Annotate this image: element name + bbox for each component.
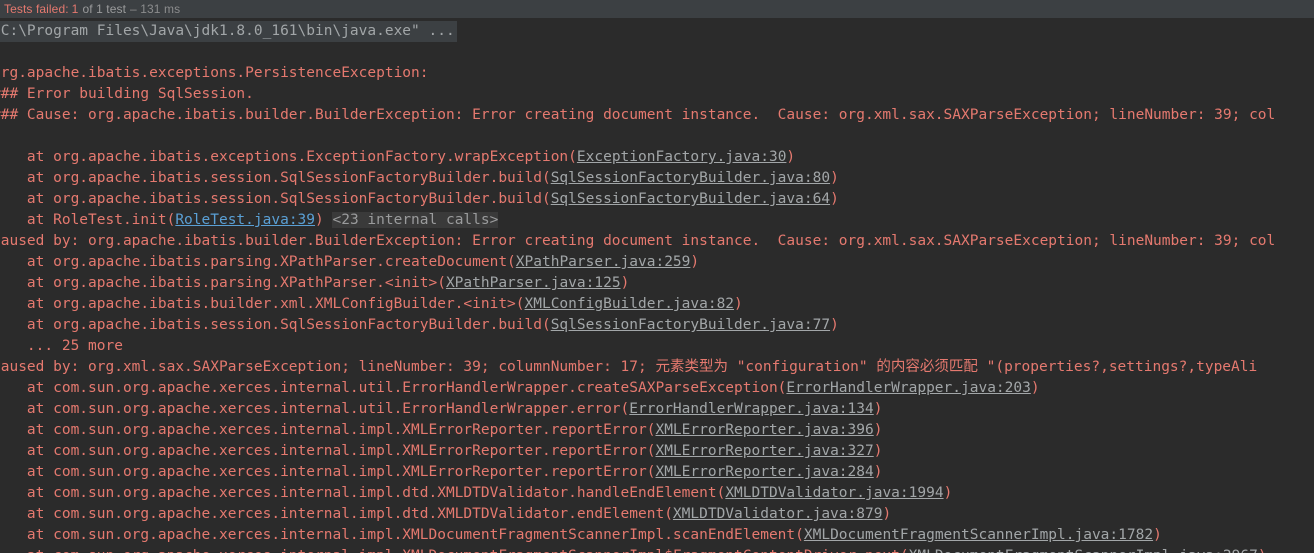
stack-frame-line: at com.sun.org.apache.xerces.internal.im… [0,462,1314,483]
internal-calls-badge[interactable]: <23 internal calls> [332,212,499,228]
cjk-text-run: 元素类型为 [655,359,728,375]
stack-frame-suffix: ) [830,191,839,207]
message-text-run: ... 25 more [0,338,123,354]
console-message-line: ### Error building SqlSession. [0,84,1314,105]
stack-frame-text: at RoleTest.init( [0,212,176,228]
stack-frame-text: at com.sun.org.apache.xerces.internal.ut… [0,380,787,396]
source-file-link[interactable]: SqlSessionFactoryBuilder.java:80 [551,170,830,186]
stack-frame-text: at org.apache.ibatis.exceptions.Exceptio… [0,149,577,165]
stack-frame-line: at com.sun.org.apache.xerces.internal.im… [0,441,1314,462]
console-message-line: org.apache.ibatis.exceptions.Persistence… [0,63,1314,84]
stack-frame-text: at com.sun.org.apache.xerces.internal.im… [0,506,673,522]
source-file-link[interactable]: XMLDocumentFragmentScannerImpl.java:2967 [909,548,1258,553]
stack-frame-text: at org.apache.ibatis.parsing.XPathParser… [0,254,516,270]
stack-frame-text: at org.apache.ibatis.session.SqlSessionF… [0,191,551,207]
stack-frame-text: at com.sun.org.apache.xerces.internal.im… [0,422,656,438]
stack-frame-text: at com.sun.org.apache.xerces.internal.im… [0,443,656,459]
stack-frame-suffix: ) [1030,380,1040,396]
stack-frame-suffix: ) [690,254,700,270]
tests-failed-label: Tests failed: [4,2,69,16]
stack-frame-line: at com.sun.org.apache.xerces.internal.im… [0,420,1314,441]
stack-frame-line: at com.sun.org.apache.xerces.internal.im… [0,525,1314,546]
source-file-link[interactable]: XPathParser.java:259 [516,254,691,270]
console-message-line: ... 25 more [0,336,1314,357]
source-file-link[interactable]: XMLErrorReporter.java:327 [655,443,873,459]
stack-frame-suffix: ) [1258,548,1267,553]
stack-frame-suffix: ) [873,422,883,438]
stack-frame-text: at org.apache.ibatis.parsing.XPathParser… [0,275,446,291]
source-file-link[interactable]: ErrorHandlerWrapper.java:134 [629,401,873,417]
stack-frame-suffix: ) [830,170,839,186]
message-text-run: org.apache.ibatis.exceptions.Persistence… [0,65,429,81]
source-file-link[interactable]: ExceptionFactory.java:30 [577,149,787,165]
stack-frame-text: at com.sun.org.apache.xerces.internal.im… [0,548,909,553]
source-file-link[interactable]: ErrorHandlerWrapper.java:203 [786,380,1030,396]
source-file-link[interactable]: XMLDTDValidator.java:1994 [725,485,943,501]
stack-frame-suffix: ) [873,401,883,417]
stack-frame-suffix: ) [1153,527,1162,543]
source-file-link[interactable]: XMLConfigBuilder.java:82 [525,296,735,312]
console-message-line: Caused by: org.apache.ibatis.builder.Bui… [0,231,1314,252]
test-status-bar: Tests failed: 1 of 1 test – 131 ms [0,0,1314,18]
tests-duration-label: – 131 ms [130,2,181,16]
stack-frame-text: at org.apache.ibatis.session.SqlSessionF… [0,317,551,333]
source-file-link[interactable]: XMLErrorReporter.java:284 [655,464,873,480]
cjk-text-run: 的内容必须匹配 [876,359,978,375]
stack-frame-suffix: ) [882,506,892,522]
stack-frame-line: at com.sun.org.apache.xerces.internal.ut… [0,399,1314,420]
source-file-link[interactable]: SqlSessionFactoryBuilder.java:77 [551,317,830,333]
stack-frame-line: at com.sun.org.apache.xerces.internal.im… [0,483,1314,504]
console-message-line: Caused by: org.xml.sax.SAXParseException… [0,357,1314,378]
source-file-link[interactable]: XPathParser.java:125 [446,275,621,291]
stack-frame-text: at org.apache.ibatis.session.SqlSessionF… [0,170,551,186]
message-text-run: Caused by: org.apache.ibatis.builder.Bui… [0,233,1276,249]
stack-frame-line: at org.apache.ibatis.parsing.XPathParser… [0,252,1314,273]
command-line-row: 'C:\Program Files\Java\jdk1.8.0_161\bin\… [0,21,1314,42]
message-text-run: "(properties?,settings?,typeAli [977,359,1258,375]
stack-frame-suffix: ) [734,296,743,312]
stack-frame-line: at com.sun.org.apache.xerces.internal.im… [0,546,1314,553]
message-text-run: Caused by: org.xml.sax.SAXParseException… [0,359,656,375]
source-file-link[interactable]: XMLDocumentFragmentScannerImpl.java:1782 [804,527,1153,543]
source-file-link[interactable]: RoleTest.java:39 [175,212,315,228]
stack-trace-lines: org.apache.ibatis.exceptions.Persistence… [0,42,1314,553]
tests-total-label: of 1 test [82,2,127,16]
stack-frame-line: at org.apache.ibatis.parsing.XPathParser… [0,273,1314,294]
stack-frame-text: at com.sun.org.apache.xerces.internal.ut… [0,401,630,417]
java-command-line: 'C:\Program Files\Java\jdk1.8.0_161\bin\… [0,21,457,42]
console-message-line: ### Cause: org.apache.ibatis.builder.Bui… [0,105,1314,126]
stack-frame-suffix: ) [943,485,953,501]
stack-frame-text: at com.sun.org.apache.xerces.internal.im… [0,527,804,543]
stack-frame-text: at com.sun.org.apache.xerces.internal.im… [0,485,726,501]
source-file-link[interactable]: XMLErrorReporter.java:396 [655,422,873,438]
console-scroll-content: 'C:\Program Files\Java\jdk1.8.0_161\bin\… [0,21,1314,553]
stack-frame-suffix: ) [786,149,796,165]
message-text-run: "configuration" [727,359,877,375]
tests-failed-count: 1 [71,2,79,16]
source-file-link[interactable]: XMLDTDValidator.java:879 [673,506,883,522]
stack-frame-line: at RoleTest.init(RoleTest.java:39) <23 i… [0,210,1314,231]
console-output-panel[interactable]: 'C:\Program Files\Java\jdk1.8.0_161\bin\… [0,18,1314,553]
stack-frame-suffix: ) [873,464,883,480]
source-file-link[interactable]: SqlSessionFactoryBuilder.java:64 [551,191,830,207]
stack-frame-text: at org.apache.ibatis.builder.xml.XMLConf… [0,296,525,312]
stack-frame-line: at com.sun.org.apache.xerces.internal.ut… [0,378,1314,399]
stack-frame-suffix: ) [620,275,630,291]
message-text-run: ### Error building SqlSession. [0,86,254,102]
stack-frame-suffix: ) [315,212,324,228]
stack-frame-suffix: ) [830,317,839,333]
stack-frame-text: at com.sun.org.apache.xerces.internal.im… [0,464,656,480]
stack-frame-line: at org.apache.ibatis.session.SqlSessionF… [0,168,1314,189]
stack-frame-line: at com.sun.org.apache.xerces.internal.im… [0,504,1314,525]
stack-frame-line: at org.apache.ibatis.exceptions.Exceptio… [0,147,1314,168]
stack-frame-suffix: ) [873,443,883,459]
message-text-run: ### Cause: org.apache.ibatis.builder.Bui… [0,107,1276,123]
stack-frame-line: at org.apache.ibatis.session.SqlSessionF… [0,315,1314,336]
stack-frame-line: at org.apache.ibatis.session.SqlSessionF… [0,189,1314,210]
stack-frame-line: at org.apache.ibatis.builder.xml.XMLConf… [0,294,1314,315]
